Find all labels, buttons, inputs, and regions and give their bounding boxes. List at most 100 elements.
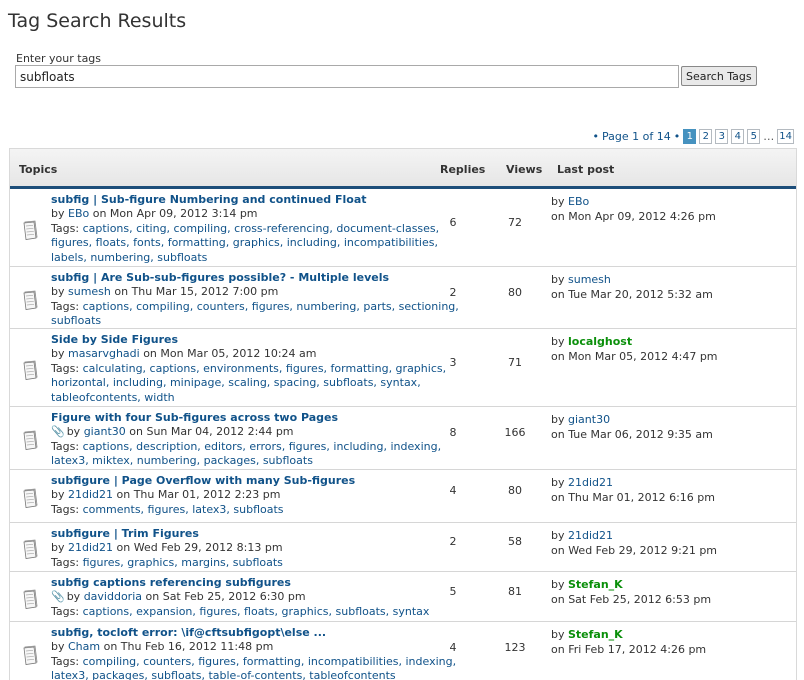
header-last-post: Last post xyxy=(557,163,615,176)
topic-byline: by 21did21 on Wed Feb 29, 2012 8:13 pm xyxy=(51,541,283,556)
topic-author-link[interactable]: giant30 xyxy=(84,425,126,438)
byline-by: by xyxy=(66,590,81,603)
page-link-last[interactable]: 14 xyxy=(777,129,794,144)
byline-by: by xyxy=(51,285,65,298)
views-count: 123 xyxy=(504,641,526,654)
page-link-5[interactable]: 5 xyxy=(747,129,761,144)
tag-links[interactable]: captions, compiling, counters, figures, … xyxy=(83,300,459,313)
tag-links[interactable]: tableofcontents, width xyxy=(51,391,175,404)
last-post-by-label: by xyxy=(551,578,565,591)
page-link-1[interactable]: 1 xyxy=(683,129,697,144)
topic-row: Side by Side Figures by masarvghadi on Mo… xyxy=(10,329,796,407)
topic-date: on Sun Mar 04, 2012 2:44 pm xyxy=(125,425,294,438)
search-tags-button[interactable]: Search Tags xyxy=(681,66,757,86)
topic-byline: by 21did21 on Thu Mar 01, 2012 2:23 pm xyxy=(51,488,281,503)
tag-links[interactable]: figures, graphics, margins, subfloats xyxy=(83,556,283,569)
topic-author-link[interactable]: EBo xyxy=(68,207,89,220)
replies-count: 5 xyxy=(449,585,457,598)
replies-count: 8 xyxy=(449,426,457,439)
topic-author-link[interactable]: daviddoria xyxy=(84,590,142,603)
last-post-author-link[interactable]: 21did21 xyxy=(568,476,613,489)
last-post-by: by Stefan_K xyxy=(551,578,623,593)
views-count: 71 xyxy=(508,356,522,369)
tag-links[interactable]: subfloats xyxy=(51,314,101,327)
topic-author-link[interactable]: sumesh xyxy=(68,285,111,298)
topic-author-link[interactable]: 21did21 xyxy=(68,488,113,501)
topic-row: subfigure | Page Overflow with many Sub-… xyxy=(10,470,796,523)
tag-links[interactable]: captions, citing, compiling, cross-refer… xyxy=(83,222,440,235)
header-replies: Replies xyxy=(440,163,486,176)
last-post-date: on Sat Feb 25, 2012 6:53 pm xyxy=(551,592,712,606)
tag-search-input[interactable] xyxy=(15,65,679,88)
topic-title-link[interactable]: subfig captions referencing subfigures xyxy=(51,576,291,589)
search-label: Enter your tags xyxy=(16,52,102,65)
topic-row: subfig, tocloft error: \if@cftsubfigopt\… xyxy=(10,622,796,680)
tag-links[interactable]: horizontal, including, minipage, scaling… xyxy=(51,376,421,389)
topic-title-link[interactable]: subfig, tocloft error: \if@cftsubfigopt\… xyxy=(51,626,326,639)
topic-byline: 📎 by giant30 on Sun Mar 04, 2012 2:44 pm xyxy=(51,425,294,440)
topic-date: on Thu Mar 15, 2012 7:00 pm xyxy=(110,285,279,298)
topic-title-link[interactable]: subfigure | Page Overflow with many Sub-… xyxy=(51,474,355,487)
last-post-author-link[interactable]: Stefan_K xyxy=(568,578,623,591)
tag-links[interactable]: latex3, packages, subfloats, table-of-co… xyxy=(51,669,396,680)
topic-author-link[interactable]: masarvghadi xyxy=(68,347,140,360)
tags-prefix: Tags: xyxy=(51,502,80,516)
last-post-author-link[interactable]: Stefan_K xyxy=(568,628,623,641)
topic-title-link[interactable]: subfigure | Trim Figures xyxy=(51,527,199,540)
last-post-by-label: by xyxy=(551,195,565,208)
last-post-author-link[interactable]: 21did21 xyxy=(568,529,613,542)
tag-links[interactable]: compiling, counters, figures, formatting… xyxy=(83,655,457,668)
page-link-2[interactable]: 2 xyxy=(699,129,713,144)
topic-tags-line: Tags: comments, figures, latex3, subfloa… xyxy=(51,503,284,518)
tag-links[interactable]: captions, description, editors, errors, … xyxy=(83,440,442,453)
last-post-by-label: by xyxy=(551,476,565,489)
tags-prefix: Tags: xyxy=(51,221,80,235)
topic-row: subfig captions referencing subfigures 📎 b… xyxy=(10,572,796,622)
topic-author-link[interactable]: Cham xyxy=(68,640,100,653)
last-post-date: on Mon Apr 09, 2012 4:26 pm xyxy=(551,209,716,223)
topic-title-link[interactable]: Side by Side Figures xyxy=(51,333,178,346)
last-post-by: by giant30 xyxy=(551,413,610,428)
topic-author-link[interactable]: 21did21 xyxy=(68,541,113,554)
tag-links[interactable]: figures, floats, fonts, formatting, grap… xyxy=(51,236,438,249)
topic-date: on Thu Mar 01, 2012 2:23 pm xyxy=(113,488,281,501)
topic-title-link[interactable]: subfig | Sub-figure Numbering and contin… xyxy=(51,193,367,206)
last-post-by: by sumesh xyxy=(551,273,611,288)
topic-row: subfig | Sub-figure Numbering and contin… xyxy=(10,189,796,267)
last-post-author-link[interactable]: EBo xyxy=(568,195,589,208)
pagination-ellipsis: … xyxy=(763,130,775,143)
last-post-author-link[interactable]: localghost xyxy=(568,335,632,348)
tags-prefix: Tags: xyxy=(51,439,80,453)
last-post-by-label: by xyxy=(551,413,565,426)
topic-date: on Thu Feb 16, 2012 11:48 pm xyxy=(100,640,274,653)
byline-by: by xyxy=(51,488,65,501)
header-topics: Topics xyxy=(19,163,58,176)
topic-tags-line: Tags: captions, expansion, figures, floa… xyxy=(51,605,429,620)
tag-links[interactable]: calculating, captions, environments, fig… xyxy=(83,362,447,375)
byline-by: by xyxy=(51,207,65,220)
topic-date: on Mon Apr 09, 2012 3:14 pm xyxy=(89,207,258,220)
topic-title-link[interactable]: subfig | Are Sub-sub-figures possible? -… xyxy=(51,271,389,284)
views-count: 80 xyxy=(508,484,522,497)
last-post-author-link[interactable]: sumesh xyxy=(568,273,611,286)
topic-tags-line: Tags: figures, graphics, margins, subflo… xyxy=(51,556,283,571)
page-link-3[interactable]: 3 xyxy=(715,129,729,144)
tag-links[interactable]: latex3, miktex, numbering, packages, sub… xyxy=(51,454,313,467)
topic-byline: by sumesh on Thu Mar 15, 2012 7:00 pm xyxy=(51,285,278,300)
tag-links[interactable]: comments, figures, latex3, subfloats xyxy=(83,503,284,516)
page-link-4[interactable]: 4 xyxy=(731,129,745,144)
topic-tags-line: horizontal, including, minipage, scaling… xyxy=(51,376,421,391)
tag-links[interactable]: captions, expansion, figures, floats, gr… xyxy=(83,605,430,618)
replies-count: 3 xyxy=(449,356,457,369)
views-count: 81 xyxy=(508,585,522,598)
replies-count: 2 xyxy=(449,286,457,299)
tag-links[interactable]: labels, numbering, subfloats xyxy=(51,251,207,264)
page-indicator[interactable]: Page 1 of 14 xyxy=(602,130,671,143)
topic-tags-line: Tags: calculating, captions, environment… xyxy=(51,362,446,377)
topic-title-link[interactable]: Figure with four Sub-figures across two … xyxy=(51,411,338,424)
last-post-author-link[interactable]: giant30 xyxy=(568,413,610,426)
topic-tags-line: tableofcontents, width xyxy=(51,391,175,406)
tags-prefix: Tags: xyxy=(51,361,80,375)
topic-row: subfig | Are Sub-sub-figures possible? -… xyxy=(10,267,796,329)
topic-tags-line: latex3, miktex, numbering, packages, sub… xyxy=(51,454,313,469)
